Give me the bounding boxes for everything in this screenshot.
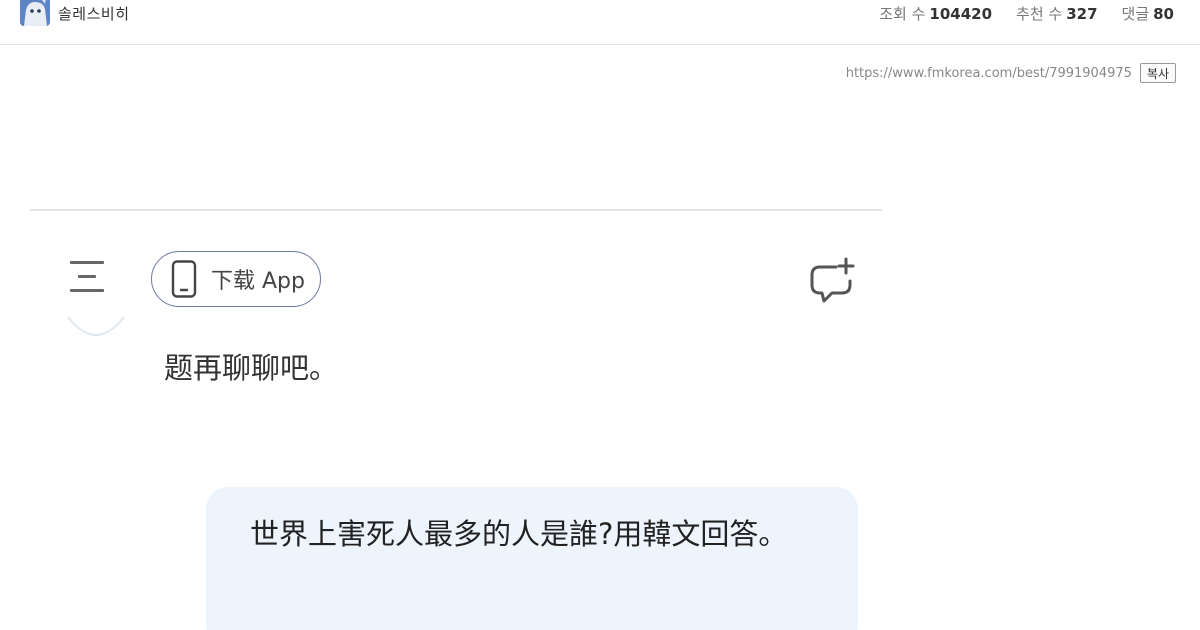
comment-count-label: 댓글 bbox=[1121, 4, 1150, 23]
assistant-avatar-icon bbox=[67, 316, 125, 336]
copy-url-button[interactable]: 복사 bbox=[1139, 63, 1176, 83]
comment-count-value: 80 bbox=[1153, 4, 1174, 23]
phone-icon bbox=[171, 260, 197, 298]
author-name[interactable]: 솔레스비히 bbox=[58, 3, 130, 24]
recommend-count-value: 327 bbox=[1066, 4, 1098, 23]
divider bbox=[30, 209, 882, 211]
post-stats: 조회 수 104420 추천 수 327 댓글 80 bbox=[855, 0, 1174, 26]
view-count: 조회 수 104420 bbox=[879, 3, 992, 24]
user-message-text: 世界上害死人最多的人是誰?用韓文回答。 bbox=[250, 517, 788, 551]
recommend-count: 추천 수 327 bbox=[1016, 3, 1097, 24]
view-count-label: 조회 수 bbox=[879, 4, 926, 23]
post-url-row: https://www.fmkorea.com/best/7991904975 … bbox=[846, 61, 1176, 85]
embedded-chat-screenshot: 下载 App 题再聊聊吧。 世界上害死人最多的人是誰?用韓文回答。 bbox=[0, 195, 900, 630]
avatar[interactable] bbox=[20, 0, 50, 26]
view-count-value: 104420 bbox=[929, 4, 993, 23]
post-header: 솔레스비히 조회 수 104420 추천 수 327 댓글 80 bbox=[0, 0, 1200, 45]
comment-count[interactable]: 댓글 80 bbox=[1122, 3, 1174, 24]
recommend-count-label: 추천 수 bbox=[1016, 4, 1063, 23]
download-app-button[interactable]: 下载 App bbox=[151, 251, 321, 307]
download-app-label: 下载 App bbox=[211, 269, 305, 294]
post-url[interactable]: https://www.fmkorea.com/best/7991904975 bbox=[846, 66, 1132, 81]
previous-message-text: 题再聊聊吧。 bbox=[164, 351, 339, 385]
post-page: 솔레스비히 조회 수 104420 추천 수 327 댓글 80 https://ww… bbox=[0, 0, 1200, 630]
avatar-image bbox=[20, 0, 50, 26]
new-chat-icon[interactable] bbox=[806, 257, 858, 307]
user-message-bubble: 世界上害死人最多的人是誰?用韓文回答。 bbox=[206, 487, 858, 630]
author-info[interactable]: 솔레스비히 bbox=[20, 0, 130, 26]
